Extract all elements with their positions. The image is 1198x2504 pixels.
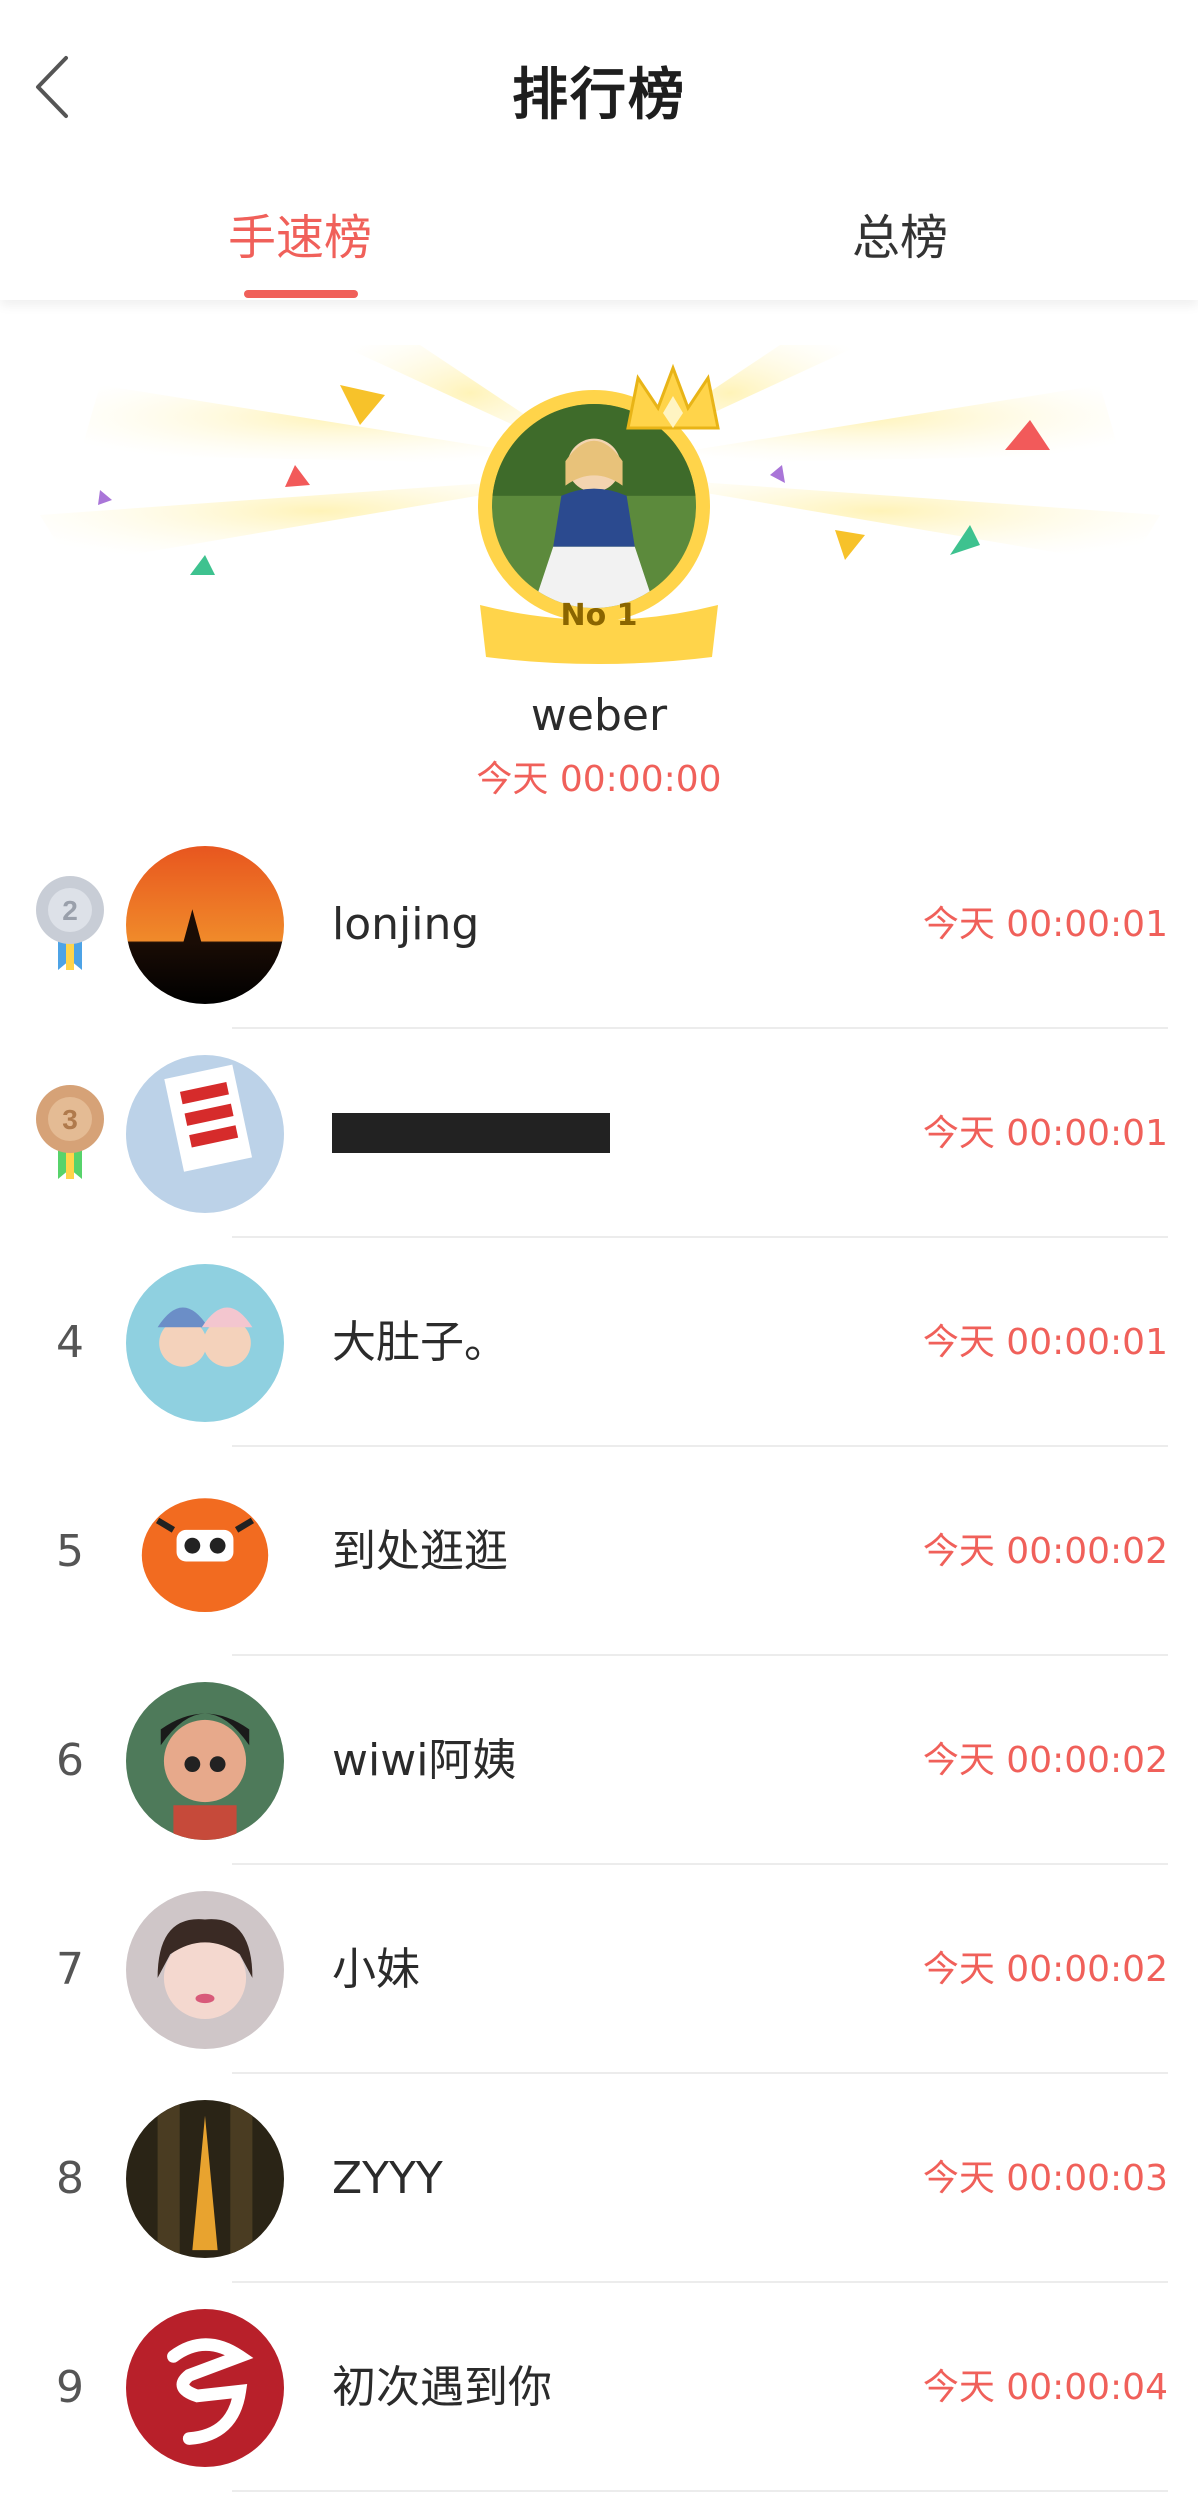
page-title: 排行榜 [512,63,686,128]
user-name: 大肚子。 [332,1317,508,1368]
winner-time: 今天 00:00:00 [476,759,722,800]
ranking-row[interactable]: 8 ZYYY 今天 00:00:03 [0,2074,1198,2283]
redacted-name [332,1113,610,1153]
bronze-medal-icon: 3 [36,1085,104,1179]
ranking-row[interactable]: 7 小妹 今天 00:00:02 [0,1865,1198,2074]
user-name: lonjing [332,899,480,950]
rank-number: 6 [56,1735,84,1786]
user-time: 今天 00:00:04 [922,2367,1168,2408]
ranking-list: 2 lonjing 今天 00:00:01 3 今天 00:00:01 4 大肚… [0,820,1198,2492]
user-avatar[interactable] [126,1682,284,1840]
user-time: 今天 00:00:02 [922,1740,1168,1781]
user-name: 小妹 [332,1944,420,1995]
winner-name: weber [530,690,668,741]
active-tab-indicator [244,290,358,298]
no1-badge-label: No 1 [560,598,638,633]
user-time: 今天 00:00:01 [922,1113,1168,1154]
rank-number: 4 [56,1317,84,1368]
user-time: 今天 00:00:01 [922,1322,1168,1363]
user-time: 今天 00:00:02 [922,1949,1168,1990]
user-name: ZYYY [332,2153,443,2204]
tab-speed-ranking[interactable]: 手速榜 [170,198,430,268]
user-avatar[interactable] [126,1473,284,1631]
user-time: 今天 00:00:03 [922,2158,1168,2199]
user-name: 到处逛逛 [332,1526,508,1577]
ranking-row[interactable]: 6 wiwi阿姨 今天 00:00:02 [0,1656,1198,1865]
rank-number: 7 [56,1944,84,1995]
ranking-row[interactable]: 2 lonjing 今天 00:00:01 [0,820,1198,1029]
user-avatar[interactable] [126,1891,284,2049]
user-name: wiwi阿姨 [332,1735,517,1786]
rank-number: 5 [56,1526,84,1577]
silver-medal-icon: 2 [36,876,104,970]
ranking-row[interactable]: 4 大肚子。 今天 00:00:01 [0,1238,1198,1447]
user-avatar[interactable] [126,1055,284,1213]
winner-podium: No 1 weber 今天 00:00:00 [0,330,1198,810]
rank-number: 9 [56,2362,84,2413]
user-name: 初次遇到你 [332,2362,552,2413]
ranking-row[interactable]: 5 到处逛逛 今天 00:00:02 [0,1447,1198,1656]
user-avatar[interactable] [126,2309,284,2467]
tab-total-ranking[interactable]: 总榜 [770,198,1030,268]
crown-icon [626,363,720,430]
row-divider [232,2490,1168,2492]
svg-text:2: 2 [62,895,78,926]
svg-text:3: 3 [62,1104,78,1135]
user-avatar[interactable] [126,1264,284,1422]
app-header: 排行榜 手速榜 总榜 [0,0,1198,300]
user-time: 今天 00:00:02 [922,1531,1168,1572]
ranking-row[interactable]: 9 初次遇到你 今天 00:00:04 [0,2283,1198,2492]
rank-number: 8 [56,2153,84,2204]
user-time: 今天 00:00:01 [922,904,1168,945]
user-avatar[interactable] [126,2100,284,2258]
ranking-row[interactable]: 3 今天 00:00:01 [0,1029,1198,1238]
user-avatar[interactable] [126,846,284,1004]
